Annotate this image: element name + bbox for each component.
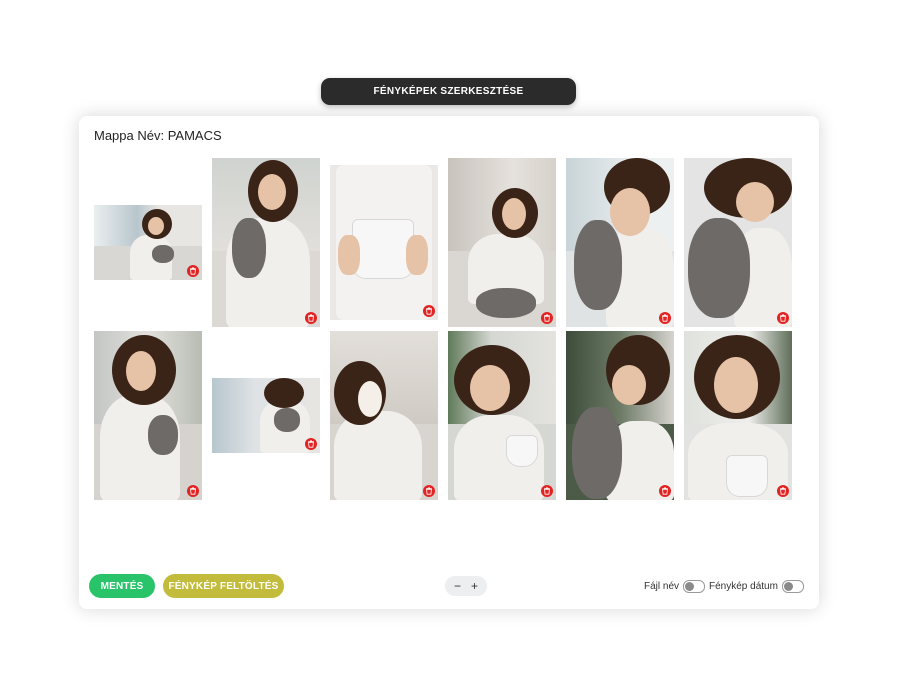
photo-thumbnail-6[interactable]	[684, 158, 792, 327]
delete-photo-button[interactable]	[541, 485, 553, 497]
delete-photo-button[interactable]	[187, 265, 199, 277]
trash-icon	[308, 314, 314, 322]
photo-thumbnail-12[interactable]	[684, 331, 792, 500]
delete-photo-button[interactable]	[659, 312, 671, 324]
photo-editor-panel: Mappa Név: PAMACS MENTÉS FÉNYKÉP FELTÖLT…	[79, 116, 819, 609]
photo-thumbnail-2[interactable]	[212, 158, 320, 327]
photo-date-toggle[interactable]	[781, 580, 804, 593]
delete-photo-button[interactable]	[423, 485, 435, 497]
photo-thumbnail-1[interactable]	[94, 205, 202, 280]
trash-icon	[190, 487, 196, 495]
photo-thumbnail-5[interactable]	[566, 158, 674, 327]
photo-thumbnail-10[interactable]	[448, 331, 556, 500]
photo-thumbnail-8[interactable]	[212, 378, 320, 453]
delete-photo-button[interactable]	[423, 305, 435, 317]
delete-photo-button[interactable]	[659, 485, 671, 497]
photo-date-toggle-group: Fénykép dátum	[709, 580, 804, 593]
zoom-out-button[interactable]: −	[454, 580, 461, 592]
photo-thumbnail-7[interactable]	[94, 331, 202, 500]
delete-photo-button[interactable]	[187, 485, 199, 497]
filename-toggle-group: Fájl név	[644, 580, 706, 593]
trash-icon	[426, 487, 432, 495]
photo-thumbnail-3[interactable]	[330, 165, 438, 320]
trash-icon	[662, 314, 668, 322]
photo-thumbnail-4[interactable]	[448, 158, 556, 327]
delete-photo-button[interactable]	[305, 312, 317, 324]
photo-thumbnail-11[interactable]	[566, 331, 674, 500]
trash-icon	[308, 440, 314, 448]
trash-icon	[426, 307, 432, 315]
trash-icon	[544, 314, 550, 322]
page-title: FÉNYKÉPEK SZERKESZTÉSE	[321, 78, 576, 105]
trash-icon	[544, 487, 550, 495]
trash-icon	[190, 267, 196, 275]
filename-toggle[interactable]	[683, 580, 706, 593]
delete-photo-button[interactable]	[777, 485, 789, 497]
trash-icon	[780, 487, 786, 495]
delete-photo-button[interactable]	[777, 312, 789, 324]
photo-date-toggle-label: Fénykép dátum	[709, 581, 778, 592]
zoom-control: − +	[445, 576, 487, 596]
filename-toggle-label: Fájl név	[644, 581, 680, 592]
save-button[interactable]: MENTÉS	[89, 574, 155, 598]
upload-photo-button[interactable]: FÉNYKÉP FELTÖLTÉS	[163, 574, 284, 598]
folder-name-label: Mappa Név: PAMACS	[94, 128, 222, 143]
delete-photo-button[interactable]	[541, 312, 553, 324]
delete-photo-button[interactable]	[305, 438, 317, 450]
photo-thumbnail-9[interactable]	[330, 331, 438, 500]
trash-icon	[780, 314, 786, 322]
zoom-in-button[interactable]: +	[471, 580, 478, 592]
trash-icon	[662, 487, 668, 495]
